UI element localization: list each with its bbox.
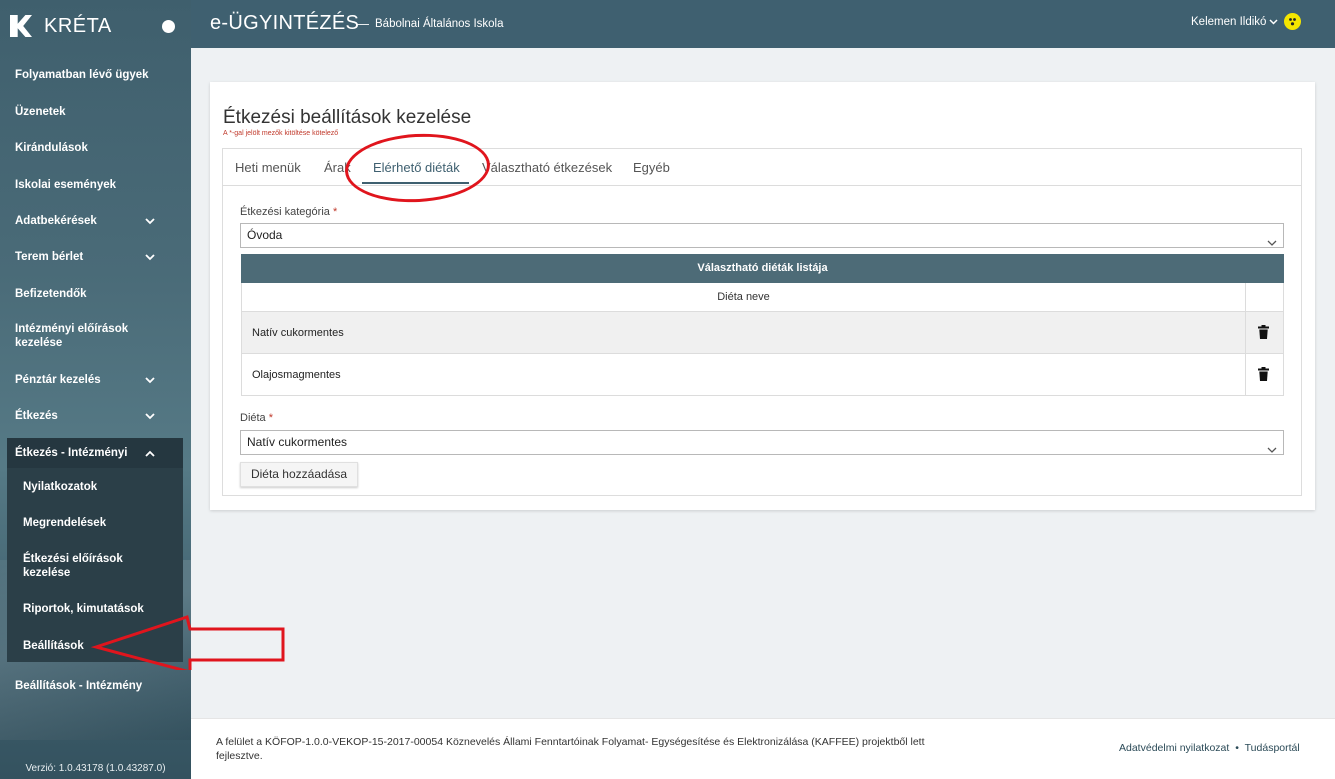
- sidebar-item-label: Beállítások - Intézmény: [15, 680, 143, 692]
- sidebar-item-uzenetek[interactable]: Üzenetek: [0, 103, 191, 121]
- column-header-diet-name: Diéta neve: [717, 291, 770, 303]
- privacy-link[interactable]: Adatvédelmi nyilatkozat: [1119, 742, 1229, 754]
- sidebar-item-intezmenyi-eloirasok[interactable]: Intézményi előírások kezelése: [0, 322, 191, 352]
- category-label-text: Étkezési kategória: [240, 206, 330, 218]
- submenu-item-nyilatkozatok[interactable]: Nyilatkozatok: [23, 480, 173, 494]
- sidebar-item-iskolai-esemenyek[interactable]: Iskolai események: [0, 176, 191, 194]
- diet-table-title: Választható diéták listája: [241, 254, 1284, 283]
- diet-label-text: Diéta: [240, 412, 266, 424]
- accessibility-icon[interactable]: [1284, 13, 1301, 30]
- sidebar-item-etkezes[interactable]: Étkezés: [0, 407, 191, 425]
- chevron-down-icon: [145, 217, 155, 225]
- table-row: Natív cukormentes: [241, 312, 1284, 354]
- sidebar-item-label: Adatbekérések: [15, 215, 97, 227]
- tab-egyeb[interactable]: Egyéb: [633, 160, 670, 175]
- sidebar-item-label: Befizetendők: [15, 288, 87, 300]
- chevron-down-icon: [1267, 439, 1277, 462]
- sidebar-item-label: Folyamatban lévő ügyek: [15, 69, 149, 81]
- add-diet-button[interactable]: Diéta hozzáadása: [240, 462, 358, 487]
- submenu-item-etkezesi-eloirasok[interactable]: Étkezési előírások kezelése: [23, 552, 133, 580]
- required-note: A *-gal jelölt mezők kitöltése kötelező: [223, 130, 339, 137]
- sidebar-item-label: Üzenetek: [15, 106, 66, 118]
- knowledge-portal-link[interactable]: Tudásportál: [1245, 742, 1300, 754]
- column-divider: [1245, 283, 1246, 312]
- chevron-down-icon: [145, 253, 155, 261]
- diet-name-cell: Natív cukormentes: [252, 327, 344, 339]
- footer-text: A felület a KÖFOP-1.0.0-VEKOP-15-2017-00…: [216, 736, 925, 762]
- required-marker: *: [268, 412, 274, 424]
- trash-icon[interactable]: [1258, 367, 1269, 384]
- diet-select-value: Natív cukormentes: [247, 435, 348, 449]
- tab-elerheto-dietak[interactable]: Elérhető diéták: [373, 160, 460, 175]
- diet-select[interactable]: Natív cukormentes: [240, 430, 1284, 455]
- sidebar-item-label: Iskolai események: [15, 179, 117, 191]
- required-marker: *: [332, 206, 338, 218]
- submenu-item-beallitasok[interactable]: Beállítások: [23, 639, 173, 653]
- kreta-logo-icon: [10, 15, 32, 37]
- active-tab-indicator: [362, 182, 469, 184]
- user-name[interactable]: Kelemen Ildikó: [1191, 16, 1266, 28]
- category-select[interactable]: Óvoda: [240, 223, 1284, 248]
- top-header: e-ÜGYINTÉZÉS — Bábolnai Általános Iskola…: [191, 0, 1335, 48]
- tab-heti-menuk[interactable]: Heti menük: [235, 160, 301, 175]
- chevron-down-icon: [1267, 232, 1277, 255]
- diet-label: Diéta *: [240, 412, 273, 424]
- category-select-value: Óvoda: [247, 228, 283, 242]
- chevron-down-icon: [145, 412, 155, 420]
- sidebar-item-etkezes-intezmenyi[interactable]: Étkezés - Intézményi: [0, 444, 191, 462]
- brand[interactable]: KRÉTA: [0, 0, 191, 52]
- tab-arak[interactable]: Árak: [324, 160, 351, 175]
- footer-separator: •: [1235, 742, 1239, 754]
- category-label: Étkezési kategória *: [240, 206, 337, 218]
- sidebar-item-adatbekeresek[interactable]: Adatbekérések: [0, 212, 191, 230]
- sidebar-item-label: Étkezés - Intézményi: [15, 447, 128, 459]
- submenu-etkezes-intezmenyi: [7, 438, 183, 662]
- header-separator: —: [356, 16, 369, 31]
- sidebar-item-beallitasok-intezmeny[interactable]: Beállítások - Intézmény: [0, 677, 191, 695]
- sidebar-item-label: Étkezés: [15, 410, 58, 422]
- tab-valaszthato-etkezesek[interactable]: Választható étkezések: [482, 160, 612, 175]
- app-title: e-ÜGYINTÉZÉS: [210, 12, 360, 34]
- trash-icon[interactable]: [1258, 325, 1269, 342]
- status-dot-icon[interactable]: [162, 20, 175, 33]
- sidebar-item-label: Intézményi előírások kezelése: [15, 323, 129, 349]
- footer-links: Adatvédelmi nyilatkozat • Tudásportál: [1119, 742, 1300, 754]
- sidebar-item-kirandulasok[interactable]: Kirándulások: [0, 139, 191, 157]
- sidebar-item-penztar-kezeles[interactable]: Pénztár kezelés: [0, 371, 191, 389]
- sidebar-item-befizetendok[interactable]: Befizetendők: [0, 285, 191, 303]
- sidebar-item-terem-berlet[interactable]: Terem bérlet: [0, 248, 191, 266]
- sidebar-item-folyamatban[interactable]: Folyamatban lévő ügyek: [0, 66, 191, 84]
- column-divider: [1245, 312, 1246, 354]
- chevron-down-icon: [145, 376, 155, 384]
- page-title: Étkezési beállítások kezelése: [223, 107, 472, 128]
- sidebar-item-label: Kirándulások: [15, 142, 88, 154]
- diet-table-header: Diéta neve: [241, 283, 1284, 312]
- submenu-item-megrendelesek[interactable]: Megrendelések: [23, 516, 173, 530]
- submenu-item-riportok[interactable]: Riportok, kimutatások: [23, 602, 173, 616]
- column-divider: [1245, 354, 1246, 396]
- table-row: Olajosmagmentes: [241, 354, 1284, 396]
- sidebar-item-label: Terem bérlet: [15, 251, 84, 263]
- user-menu-chevron-icon[interactable]: [1269, 12, 1278, 30]
- version-label: Verzió: 1.0.43178 (1.0.43287.0): [25, 763, 166, 774]
- brand-name: KRÉTA: [44, 14, 112, 37]
- school-name: Bábolnai Általános Iskola: [375, 18, 504, 30]
- chevron-up-icon: [145, 450, 155, 457]
- diet-name-cell: Olajosmagmentes: [252, 369, 341, 381]
- sidebar-item-label: Pénztár kezelés: [15, 374, 101, 386]
